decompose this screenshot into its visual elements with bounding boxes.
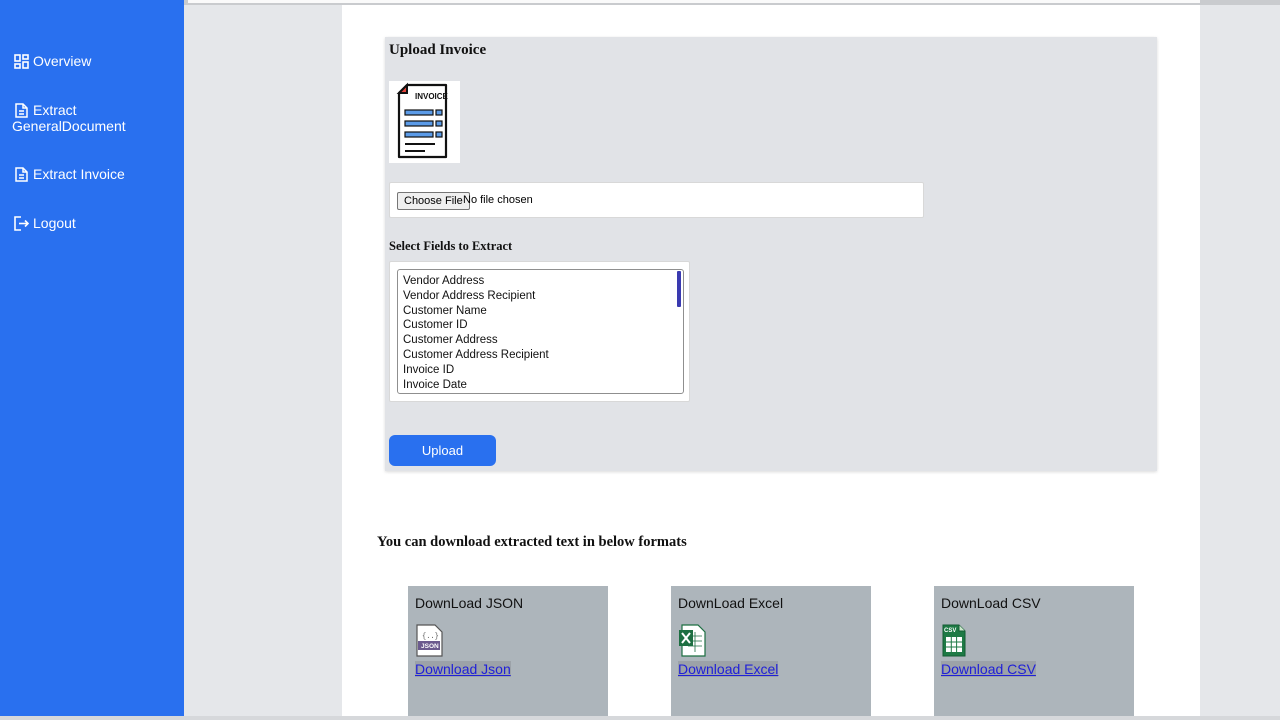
download-card-title: DownLoad JSON	[415, 595, 524, 611]
fields-multiselect[interactable]: Vendor Address Vendor Address Recipient …	[397, 269, 684, 394]
sidebar-item-label: Overview	[33, 53, 92, 69]
csv-file-icon: CSV	[941, 624, 970, 657]
download-excel-card: DownLoad Excel Download Excel	[671, 586, 871, 720]
download-card-title: DownLoad Excel	[678, 595, 784, 611]
field-option[interactable]: Customer Address	[403, 333, 678, 348]
svg-text:JSON: JSON	[421, 643, 439, 650]
download-csv-link[interactable]: Download CSV	[941, 661, 1036, 677]
json-file-icon: {..} JSON	[415, 624, 444, 657]
bottom-border	[0, 716, 1280, 720]
downloads-heading: You can download extracted text in below…	[377, 534, 687, 550]
excel-file-icon	[678, 624, 707, 657]
download-json-link[interactable]: Download Json	[415, 661, 511, 677]
file-upload-field: Choose File No file chosen	[389, 182, 924, 218]
fields-select-container: Vendor Address Vendor Address Recipient …	[389, 261, 690, 402]
field-option[interactable]: Customer Name	[403, 304, 678, 319]
dashboard-icon	[14, 54, 29, 69]
sidebar-item-label: Extract Invoice	[33, 166, 125, 182]
page-title: Upload Invoice	[389, 42, 487, 58]
field-option[interactable]: Vendor Address	[403, 274, 678, 289]
invoice-illustration: INVOICE	[389, 81, 460, 163]
svg-text:{..}: {..}	[422, 633, 439, 641]
sidebar: Overview Extract GeneralDocument Extract…	[0, 0, 184, 716]
sidebar-item-label: Extract GeneralDocument	[12, 102, 126, 134]
field-option[interactable]: Vendor Address Recipient	[403, 289, 678, 304]
top-border-highlight	[188, 0, 1200, 3]
scrollbar-thumb[interactable]	[677, 271, 681, 307]
download-json-card: DownLoad JSON {..} JSON Download Json	[408, 586, 608, 720]
document-icon	[14, 167, 29, 182]
main-content: Upload Invoice INVOICE Choose File No fi…	[342, 5, 1200, 720]
sidebar-item-overview[interactable]: Overview	[12, 53, 172, 69]
svg-text:CSV: CSV	[944, 628, 956, 634]
sidebar-item-logout[interactable]: Logout	[12, 215, 172, 231]
field-option[interactable]: Customer ID	[403, 318, 678, 333]
sidebar-item-extract-general-document[interactable]: Extract GeneralDocument	[12, 102, 172, 134]
field-option[interactable]: Customer Address Recipient	[403, 348, 678, 363]
sidebar-item-label: Logout	[33, 215, 76, 231]
download-excel-link[interactable]: Download Excel	[678, 661, 779, 677]
logout-icon	[14, 216, 29, 231]
document-icon	[14, 103, 29, 118]
invoice-illustration-text: INVOICE	[415, 92, 449, 101]
field-option[interactable]: Invoice ID	[403, 363, 678, 378]
download-card-title: DownLoad CSV	[941, 595, 1041, 611]
field-option[interactable]: Invoice Date	[403, 378, 678, 393]
upload-button[interactable]: Upload	[389, 435, 496, 466]
file-status-text: No file chosen	[463, 194, 533, 206]
upload-invoice-panel: Upload Invoice INVOICE Choose File No fi…	[385, 37, 1157, 471]
fields-label: Select Fields to Extract	[389, 239, 513, 253]
download-csv-card: DownLoad CSV CSV Download CSV	[934, 586, 1134, 720]
choose-file-button[interactable]: Choose File	[397, 192, 470, 210]
sidebar-item-extract-invoice[interactable]: Extract Invoice	[12, 166, 172, 182]
